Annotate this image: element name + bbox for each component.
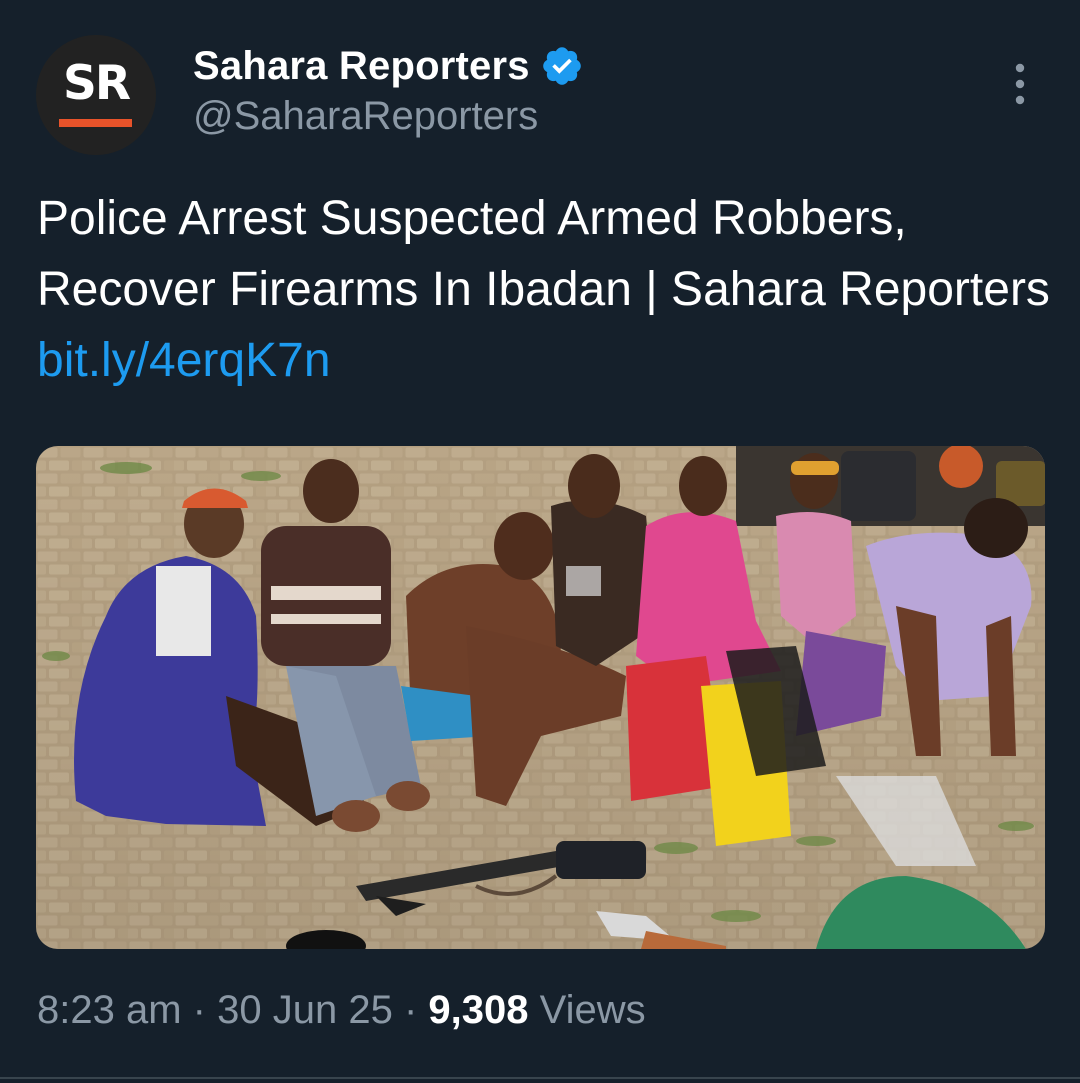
verified-badge-icon	[542, 47, 581, 85]
photo-illustration	[36, 446, 1045, 949]
views-label[interactable]: Views	[540, 988, 646, 1032]
meta-separator: ·	[403, 988, 418, 1032]
tweet-body: Police Arrest Suspected Armed Robbers, R…	[37, 192, 1050, 316]
tweet-time[interactable]: 8:23 am	[37, 988, 182, 1032]
author-name-row: Sahara Reporters	[193, 42, 584, 90]
author-name[interactable]: Sahara Reporters	[193, 44, 530, 89]
tweet-meta: 8:23 am · 30 Jun 25 · 9,308 Views	[37, 988, 646, 1033]
tweet-link[interactable]: bit.ly/4erqK7n	[37, 334, 331, 387]
tweet-photo[interactable]	[36, 446, 1045, 949]
author-avatar[interactable]: SR	[36, 35, 156, 155]
author-block: Sahara Reporters @SaharaReporters	[193, 42, 584, 139]
divider	[0, 1077, 1080, 1079]
meta-separator: ·	[192, 988, 206, 1032]
avatar-logo-bar	[59, 119, 132, 127]
tweet-date[interactable]: 30 Jun 25	[217, 988, 393, 1032]
more-vertical-icon[interactable]	[1004, 60, 1036, 110]
views-count[interactable]: 9,308	[428, 988, 528, 1032]
tweet-text: Police Arrest Suspected Armed Robbers, R…	[37, 183, 1062, 396]
avatar-logo-text: SR	[62, 56, 131, 111]
author-handle[interactable]: @SaharaReporters	[193, 94, 584, 139]
